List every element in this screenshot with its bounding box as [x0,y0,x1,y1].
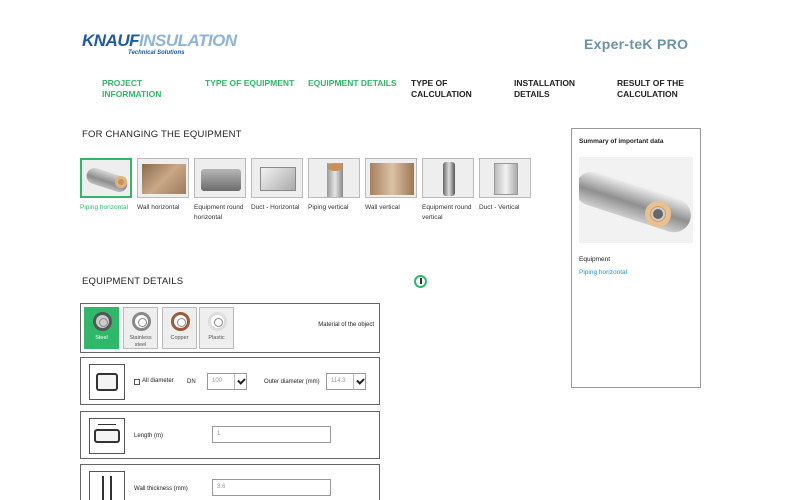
all-diameter-label: All diameter [142,378,174,384]
duct-vertical-icon [479,158,531,198]
equipment-selector: Piping horizontal Wall horizontal Equipm… [80,158,540,238]
material-option-label: Steel [95,335,108,341]
equipment-option-label: Wall vertical [365,204,400,211]
pipe-vertical-icon [308,158,360,198]
material-option-stainless-steel[interactable]: Stainless steel [123,307,158,349]
summary-equipment-image [579,157,693,243]
equipment-option-label: Equipment round vertical [422,204,472,221]
dn-select-value: 100 [212,378,223,384]
step-result-of-calculation[interactable]: RESULT OF THE CALCULATION [617,78,707,100]
summary-panel: Summary of important data Equipment Pipi… [571,128,701,388]
info-icon[interactable] [414,275,427,288]
step-navigation: PROJECT INFORMATION TYPE OF EQUIPMENT EQ… [102,78,722,102]
equipment-option-wall-vertical[interactable]: Wall vertical [365,158,417,213]
summary-equipment-value: Piping horizontal [579,269,628,276]
equipment-option-label: Piping vertical [308,204,349,211]
diameter-row: All diameter DN 100 Outer diameter (mm) … [80,357,380,405]
wall-thickness-label: Wall thickness (mm) [134,486,188,492]
step-type-of-equipment[interactable]: TYPE OF EQUIPMENT [205,78,295,89]
material-option-copper[interactable]: Copper [162,307,197,349]
copper-pipe-section-icon [171,312,190,331]
equipment-option-piping-vertical[interactable]: Piping vertical [308,158,360,213]
length-icon [89,418,125,454]
outer-diameter-label: Outer diameter (mm) [264,379,320,385]
wall-thickness-input[interactable]: 3.6 [212,479,331,496]
page: KNAUFINSULATION Technical Solutions Expe… [0,0,800,500]
step-installation-details[interactable]: INSTALLATION DETAILS [514,78,604,100]
step-equipment-details[interactable]: EQUIPMENT DETAILS [308,78,398,89]
stainless-pipe-section-icon [132,312,151,331]
duct-horizontal-icon [251,158,303,198]
diameter-icon [89,364,125,400]
length-input[interactable]: 1 [212,426,331,443]
equipment-option-equipment-round-vertical[interactable]: Equipment round vertical [422,158,474,223]
step-project-information[interactable]: PROJECT INFORMATION [102,78,192,100]
length-row: Length (m) 1 [80,411,380,459]
steel-pipe-section-icon [93,312,112,331]
summary-equipment-label: Equipment [579,256,611,263]
chevron-down-icon [234,374,246,389]
equipment-details-title: EQUIPMENT DETAILS [82,276,184,287]
wall-thickness-icon [89,471,125,500]
equipment-option-label: Piping horizontal [80,204,129,211]
material-option-steel[interactable]: Steel [84,307,119,349]
equipment-option-equipment-round-horizontal[interactable]: Equipment round horizontal [194,158,246,223]
dn-label: DN [187,379,196,385]
equipment-round-vertical-icon [422,158,474,198]
equipment-option-label: Duct - Vertical [479,204,520,211]
app-title: Exper-teK PRO [584,36,689,52]
outer-diameter-select[interactable]: 114.3 [326,373,366,390]
dn-select[interactable]: 100 [207,373,247,390]
logo-brand-part1: KNAUF [82,31,140,50]
equipment-option-label: Wall horizontal [137,204,180,211]
logo-tagline: Technical Solutions [128,50,185,56]
material-option-plastic[interactable]: Plastic [199,307,234,349]
wall-horizontal-icon [137,158,189,198]
material-selector: Steel Stainless steel Copper Plastic Mat… [80,303,380,353]
material-option-label: Plastic [208,335,225,341]
equipment-option-label: Duct - Horizontal [251,204,300,211]
equipment-option-piping-horizontal[interactable]: Piping horizontal [80,158,132,213]
knauf-insulation-logo[interactable]: KNAUFINSULATION Technical Solutions [82,32,237,56]
all-diameter-checkbox[interactable] [134,379,140,385]
material-option-label: Copper [170,335,189,341]
length-label: Length (m) [134,433,164,439]
wall-vertical-icon [365,158,417,198]
material-caption: Material of the object [318,322,374,328]
outer-diameter-value: 114.3 [331,378,346,384]
equipment-option-label: Equipment round horizontal [194,204,244,221]
equipment-option-wall-horizontal[interactable]: Wall horizontal [137,158,189,213]
wall-thickness-row: Wall thickness (mm) 3.6 [80,464,380,500]
summary-title: Summary of important data [579,138,664,145]
chevron-down-icon [353,374,365,389]
material-option-label: Stainless steel [129,335,152,348]
logo-brand-part2: INSULATION [139,31,237,50]
pipe-horizontal-icon [80,158,132,198]
plastic-pipe-section-icon [208,312,227,331]
equipment-option-duct-horizontal[interactable]: Duct - Horizontal [251,158,303,213]
change-equipment-title: FOR CHANGING THE EQUIPMENT [82,129,242,140]
step-type-of-calculation[interactable]: TYPE OF CALCULATION [411,78,501,100]
equipment-round-horizontal-icon [194,158,246,198]
equipment-option-duct-vertical[interactable]: Duct - Vertical [479,158,531,213]
